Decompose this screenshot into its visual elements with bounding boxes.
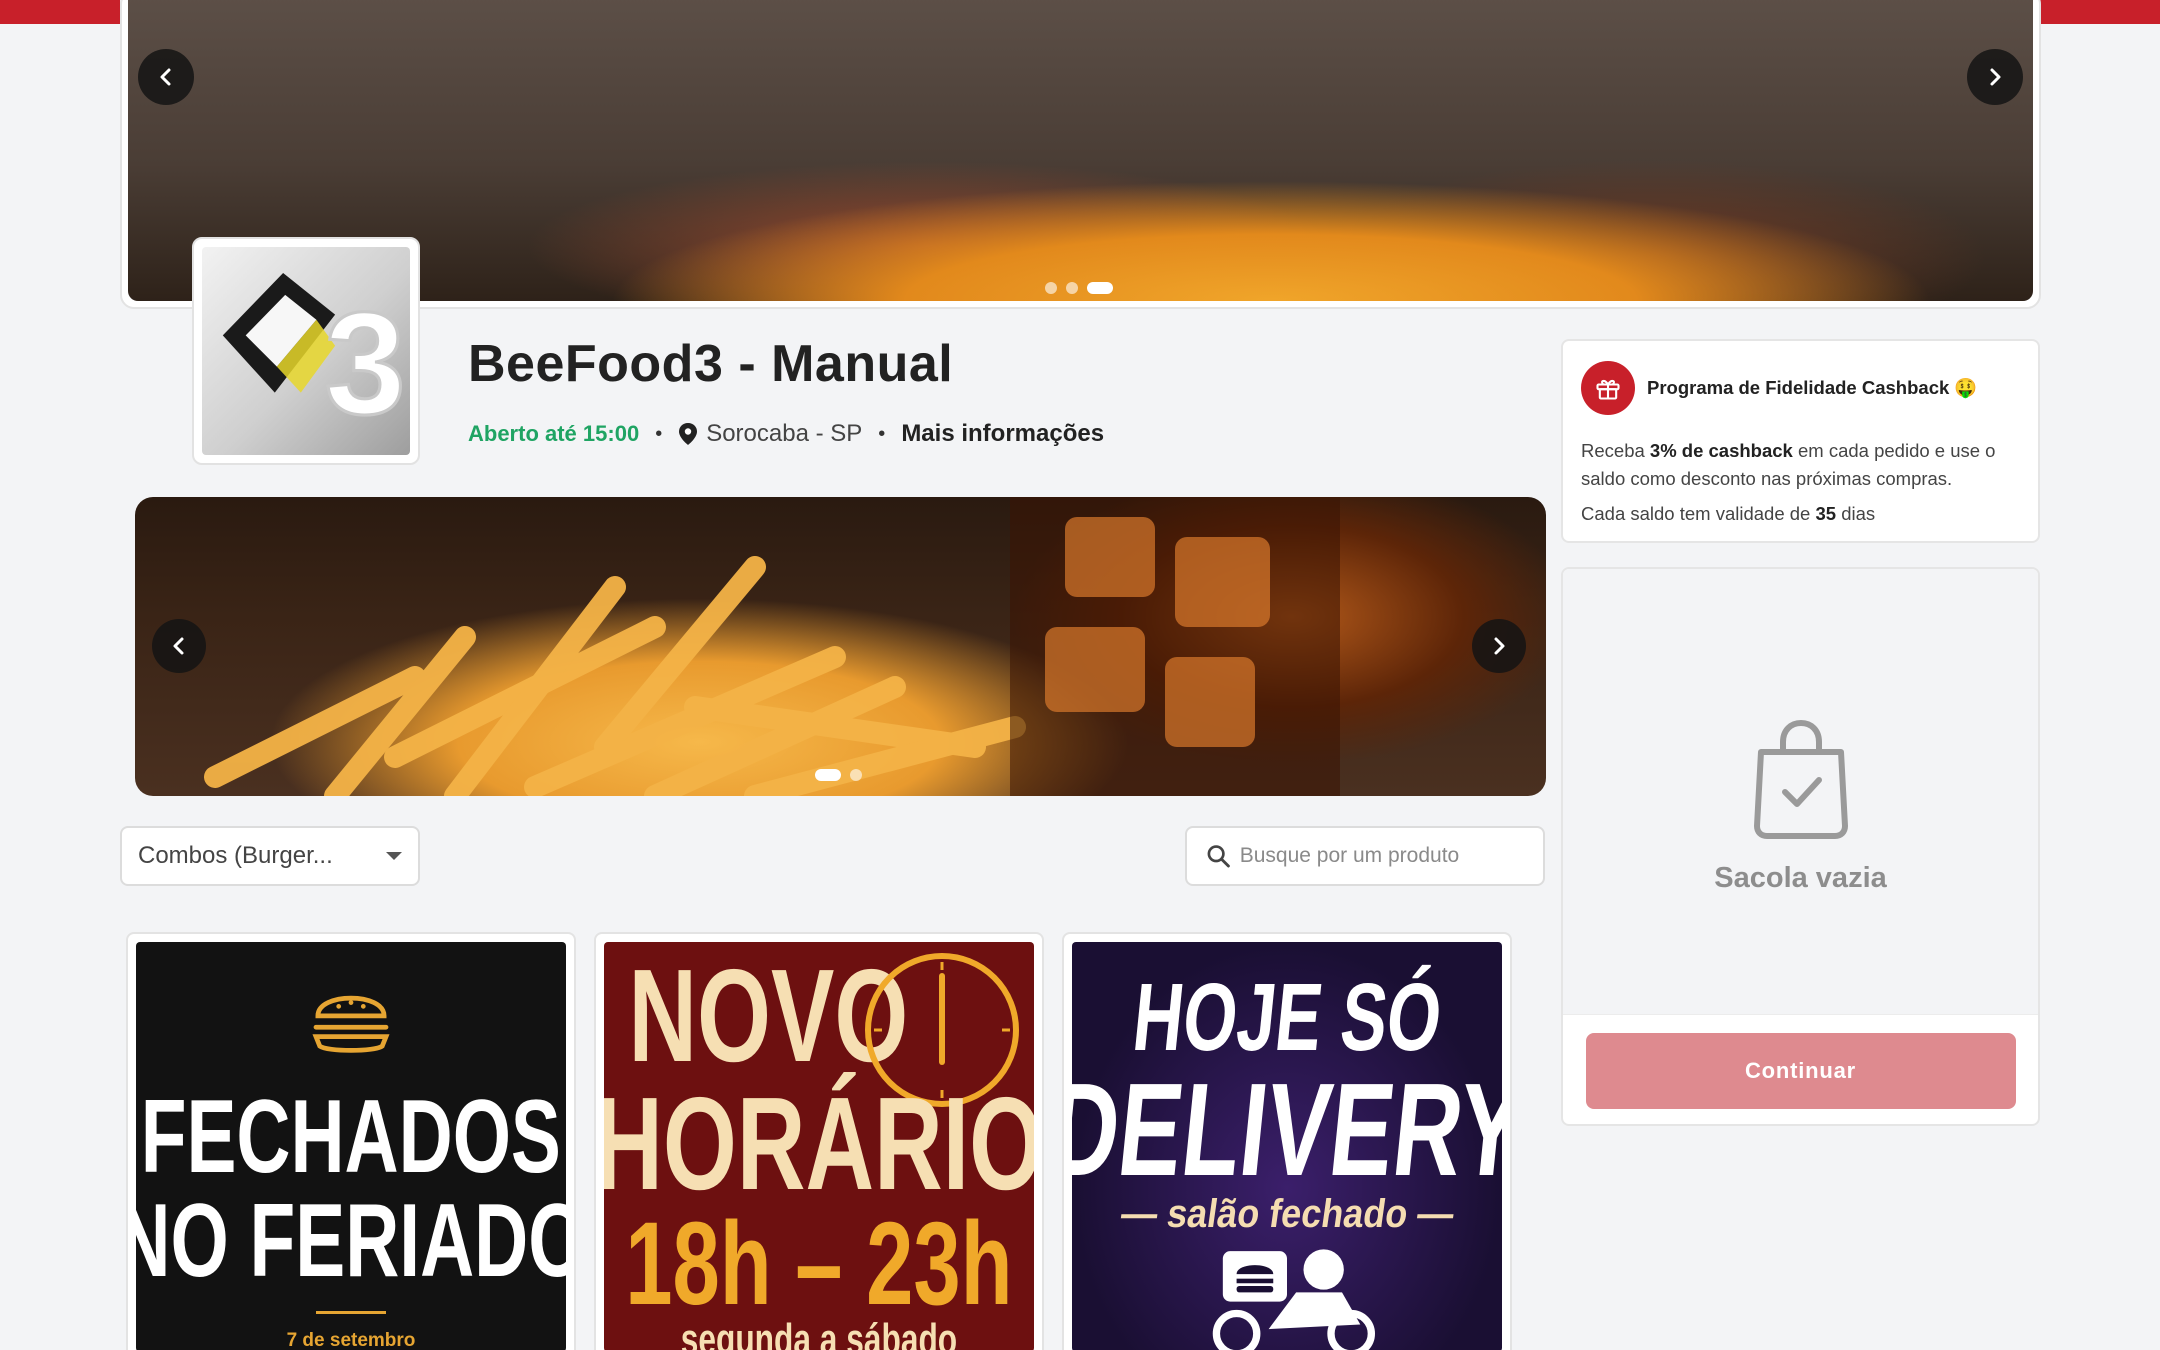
product-card[interactable]: HOJE SÓ DELIVERY — salão fechado — <box>1062 932 1512 1350</box>
loyalty-card: Programa de Fidelidade Cashback 🤑 Receba… <box>1561 339 2040 543</box>
location-text: Sorocaba - SP <box>706 420 863 447</box>
more-info-link[interactable]: Mais informações <box>901 420 1104 448</box>
poster-line-3: 18h – 23h <box>625 1198 1013 1330</box>
poster-line-2: DELIVERY <box>1072 1056 1502 1203</box>
product-card[interactable]: NOVO HORÁRIO 18h – 23h segunda a sábado <box>594 932 1044 1350</box>
poster-line-4: segunda a sábado <box>680 1315 958 1350</box>
bag-empty-state: Sacola vazia <box>1563 569 2038 1014</box>
product-image: HOJE SÓ DELIVERY — salão fechado — <box>1072 942 1502 1350</box>
hero-prev-button[interactable] <box>138 49 194 105</box>
promo-banner <box>135 497 1546 796</box>
loyalty-header: Programa de Fidelidade Cashback 🤑 <box>1581 361 2020 415</box>
promo-next-button[interactable] <box>1472 619 1526 673</box>
separator-dot: • <box>655 422 663 445</box>
poster-line-1: FECHADOS <box>140 1079 562 1196</box>
store-logo: 3 <box>192 237 420 465</box>
separator-dot: • <box>878 422 886 445</box>
store-meta: Aberto até 15:00 • Sorocaba - SP • Mais … <box>468 420 1104 448</box>
promo-image-fries-soda <box>204 497 1340 796</box>
store-location: Sorocaba - SP <box>678 420 862 448</box>
poster-line-2: NO FERIADO <box>136 1183 566 1300</box>
poster-line-1: HOJE SÓ <box>1127 964 1447 1071</box>
loyalty-desc-prefix: Receba <box>1581 440 1650 461</box>
open-status: Aberto até 15:00 <box>468 421 640 446</box>
product-image: FECHADOS NO FERIADO 7 de setembro <box>136 942 566 1350</box>
shopping-bag-icon <box>1753 719 1848 839</box>
chevron-right-icon <box>1990 68 2001 86</box>
category-selected-value: Combos (Burger... <box>138 842 333 869</box>
shopping-bag-panel: Sacola vazia Continuar <box>1561 567 2040 1126</box>
chevron-left-icon <box>173 637 184 655</box>
poster-caption: 7 de setembro <box>286 1330 416 1350</box>
chevron-left-icon <box>160 68 171 86</box>
loyalty-validity: Cada saldo tem validade de 35 dias <box>1581 503 2020 525</box>
motorcycle-icon <box>1212 1249 1375 1350</box>
hero-dot-1[interactable] <box>1045 282 1057 294</box>
chevron-right-icon <box>1494 637 1505 655</box>
search-input[interactable] <box>1239 844 1525 868</box>
loyalty-description: Receba 3% de cashback em cada pedido e u… <box>1581 437 2020 493</box>
poster-divider <box>316 1311 386 1314</box>
top-brand-bar-left <box>0 0 120 24</box>
poster-line-3: — salão fechado — <box>1117 1192 1457 1236</box>
search-icon <box>1207 845 1230 868</box>
validity-days: 35 <box>1815 503 1837 524</box>
continue-button[interactable]: Continuar <box>1585 1032 2016 1109</box>
product-card[interactable]: FECHADOS NO FERIADO 7 de setembro <box>126 932 576 1350</box>
hero-next-button[interactable] <box>1967 49 2023 105</box>
hero-dot-2[interactable] <box>1066 282 1078 294</box>
hero-dot-3[interactable] <box>1087 282 1113 294</box>
svg-text:3: 3 <box>325 281 406 444</box>
validity-prefix: Cada saldo tem validade de <box>1581 503 1816 524</box>
category-dropdown[interactable]: Combos (Burger... <box>120 826 420 886</box>
store-name: BeeFood3 - Manual <box>468 335 954 393</box>
product-search[interactable] <box>1185 826 1545 886</box>
map-pin-icon <box>679 423 698 445</box>
hero-pagination <box>1045 282 1113 294</box>
bag-empty-label: Sacola vazia <box>1714 862 1887 894</box>
caret-down-icon <box>386 852 402 860</box>
promo-prev-button[interactable] <box>152 619 206 673</box>
bag-footer: Continuar <box>1563 1014 2038 1124</box>
poster-line-2: HORÁRIO <box>604 1070 1034 1217</box>
store-logo-image: 3 <box>202 247 410 455</box>
promo-dot-1[interactable] <box>815 769 841 781</box>
promo-pagination <box>815 769 862 781</box>
promo-dot-2[interactable] <box>850 769 862 781</box>
validity-suffix: dias <box>1836 503 1876 524</box>
gift-icon <box>1581 361 1635 415</box>
top-brand-bar-right <box>2040 0 2160 24</box>
burger-icon <box>312 995 390 1053</box>
product-image: NOVO HORÁRIO 18h – 23h segunda a sábado <box>604 942 1034 1350</box>
loyalty-cashback-rate: 3% de cashback <box>1649 440 1793 461</box>
loyalty-title: Programa de Fidelidade Cashback 🤑 <box>1647 377 1978 398</box>
